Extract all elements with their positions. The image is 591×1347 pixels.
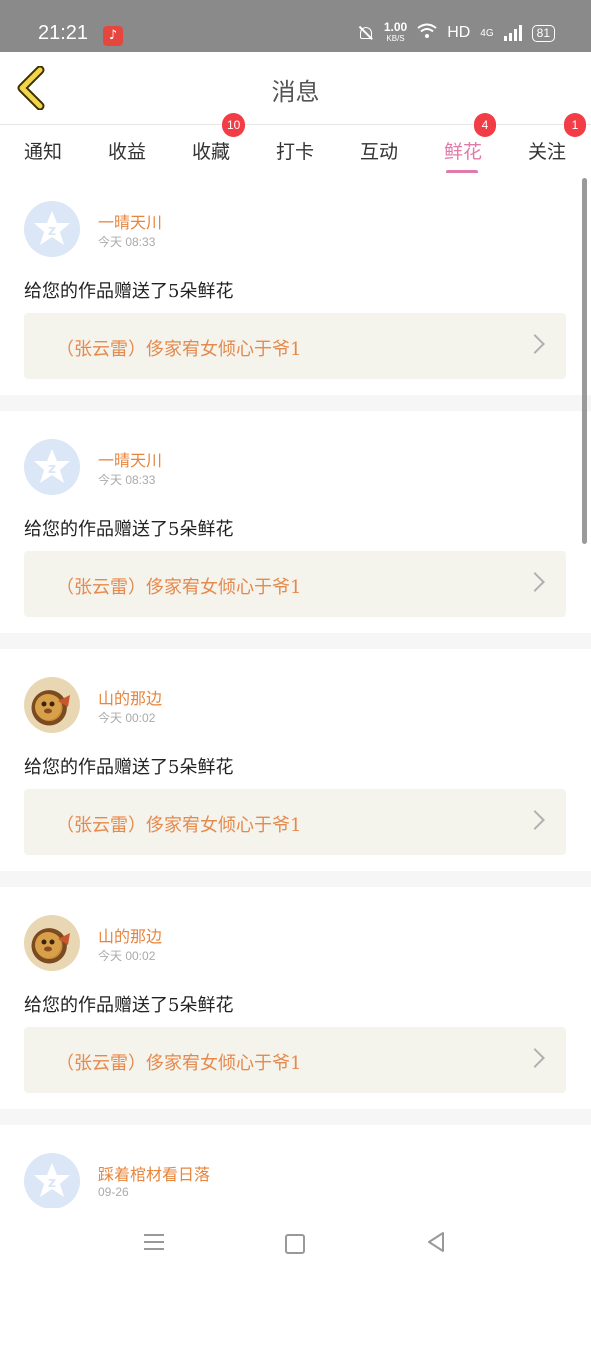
sender-name[interactable]: 一晴天川 xyxy=(98,209,162,233)
svg-text:z: z xyxy=(48,461,56,477)
hd-label: HD xyxy=(447,24,471,41)
message-time: 今天 08:33 xyxy=(98,235,156,249)
sender-name[interactable]: 山的那边 xyxy=(98,685,162,709)
bell-muted-icon xyxy=(358,25,374,41)
tab-income[interactable]: 收益 xyxy=(108,137,146,164)
tab-notice[interactable]: 通知 xyxy=(24,137,62,164)
message-time: 今天 00:02 xyxy=(98,949,156,963)
default-avatar-icon: z xyxy=(34,1163,70,1197)
back-triangle-icon[interactable] xyxy=(424,1230,448,1254)
message-time: 09-26 xyxy=(98,1185,129,1199)
photo-avatar-icon xyxy=(35,932,70,958)
work-link[interactable]: （张云雷）侈家宥女倾心于爷1 xyxy=(24,1027,566,1093)
status-bar: 21:21 ♪ 1.00 KB/S HD 4G 81 xyxy=(0,0,591,52)
message-text: 给您的作品赠送了5朵鲜花 xyxy=(24,519,234,540)
network-type: 4G xyxy=(480,27,494,39)
system-nav-bar xyxy=(0,1208,591,1280)
message-time: 今天 00:02 xyxy=(98,711,156,725)
message-text: 给您的作品赠送了5朵鲜花 xyxy=(24,281,234,302)
sender-name[interactable]: 踩着棺材看日落 xyxy=(98,1161,210,1185)
message-text: 给您的作品赠送了5朵鲜花 xyxy=(24,757,234,778)
tab-badge: 10 xyxy=(222,113,246,137)
avatar[interactable] xyxy=(24,677,80,733)
page-title: 消息 xyxy=(271,78,320,106)
tab-badge: 4 xyxy=(474,113,496,137)
list-item[interactable]: 山的那边 今天 00:02 给您的作品赠送了5朵鲜花 （张云雷）侈家宥女倾心于爷… xyxy=(0,887,591,1125)
work-title: （张云雷）侈家宥女倾心于爷1 xyxy=(56,1053,302,1074)
avatar[interactable]: z xyxy=(24,439,80,495)
tab-interaction[interactable]: 互动 xyxy=(360,137,398,164)
status-icons: 1.00 KB/S HD 4G 81 xyxy=(358,20,555,44)
signal-icon xyxy=(503,25,522,41)
sender-name[interactable]: 山的那边 xyxy=(98,923,162,947)
work-title: （张云雷）侈家宥女倾心于爷1 xyxy=(56,339,302,360)
tab-flowers[interactable]: 鲜花 4 xyxy=(444,113,496,174)
chevron-right-icon xyxy=(525,572,545,592)
tab-follow[interactable]: 关注 1 xyxy=(528,113,586,164)
menu-icon[interactable] xyxy=(144,1234,164,1250)
avatar[interactable] xyxy=(24,915,80,971)
message-list: z 一晴天川 今天 08:33 给您的作品赠送了5朵鲜花 （张云雷）侈家宥女倾心… xyxy=(0,173,591,1347)
wifi-icon xyxy=(417,23,437,44)
chevron-right-icon xyxy=(525,1048,545,1068)
svg-text:z: z xyxy=(48,223,56,239)
default-avatar-icon: z xyxy=(34,211,70,245)
avatar[interactable]: z xyxy=(24,201,80,257)
list-item[interactable]: z 一晴天川 今天 08:33 给您的作品赠送了5朵鲜花 （张云雷）侈家宥女倾心… xyxy=(0,173,591,411)
message-time: 今天 08:33 xyxy=(98,473,156,487)
tab-checkin[interactable]: 打卡 xyxy=(276,137,314,164)
tab-badge: 1 xyxy=(564,113,586,137)
work-link[interactable]: （张云雷）侈家宥女倾心于爷1 xyxy=(24,313,566,379)
work-title: （张云雷）侈家宥女倾心于爷1 xyxy=(56,577,302,598)
home-icon[interactable] xyxy=(285,1234,305,1254)
list-item[interactable]: 山的那边 今天 00:02 给您的作品赠送了5朵鲜花 （张云雷）侈家宥女倾心于爷… xyxy=(0,649,591,887)
message-text: 给您的作品赠送了5朵鲜花 xyxy=(24,995,234,1016)
list-item[interactable]: z 一晴天川 今天 08:33 给您的作品赠送了5朵鲜花 （张云雷）侈家宥女倾心… xyxy=(0,411,591,649)
scrollbar[interactable] xyxy=(582,178,587,544)
chevron-right-icon xyxy=(525,810,545,830)
music-note-icon: ♪ xyxy=(103,26,123,46)
svg-text:z: z xyxy=(48,1175,56,1191)
page-header: 消息 xyxy=(0,52,591,125)
battery-indicator: 81 xyxy=(531,24,555,42)
work-link[interactable]: （张云雷）侈家宥女倾心于爷1 xyxy=(24,789,566,855)
status-time: 21:21 xyxy=(38,22,89,44)
photo-avatar-icon xyxy=(35,694,70,720)
chevron-right-icon xyxy=(525,334,545,354)
work-title: （张云雷）侈家宥女倾心于爷1 xyxy=(56,815,302,836)
default-avatar-icon: z xyxy=(34,449,70,483)
avatar[interactable]: z xyxy=(24,1153,80,1209)
net-speed: 1.00 KB/S xyxy=(383,20,408,43)
work-link[interactable]: （张云雷）侈家宥女倾心于爷1 xyxy=(24,551,566,617)
tab-bar: 通知 收益 收藏 10 打卡 互动 鲜花 4 关注 1 xyxy=(0,113,591,174)
tab-favorites[interactable]: 收藏 10 xyxy=(192,113,246,164)
sender-name[interactable]: 一晴天川 xyxy=(98,447,162,471)
